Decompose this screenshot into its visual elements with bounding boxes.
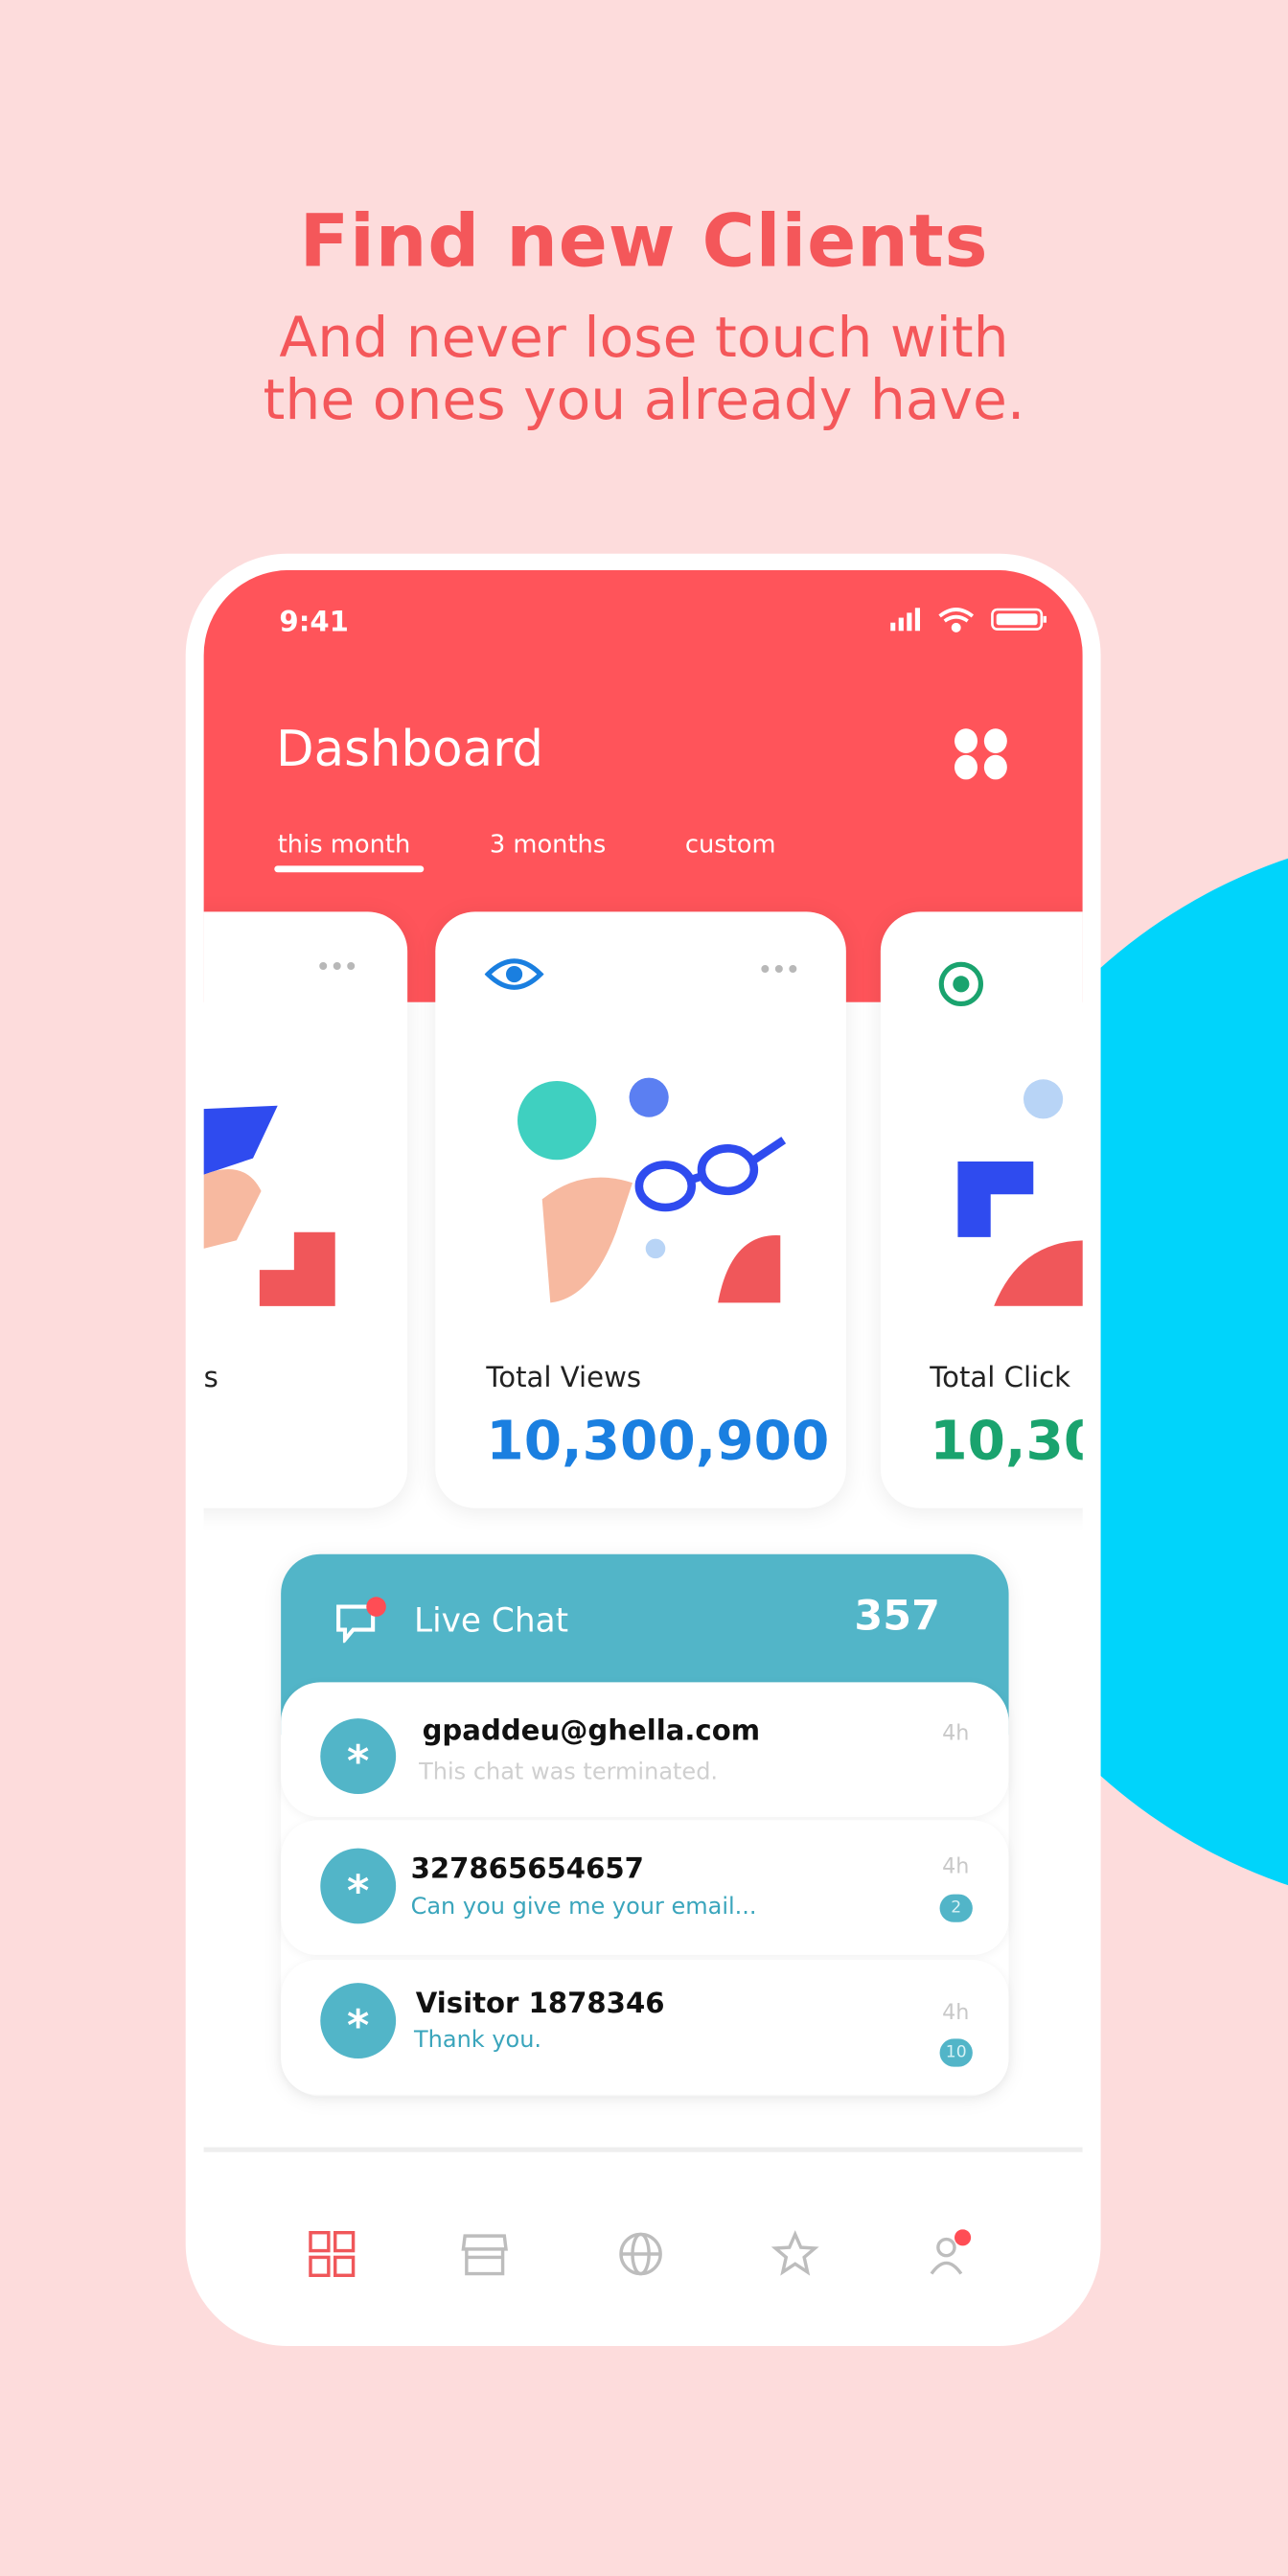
- card-label: Total Views: [486, 1362, 642, 1395]
- chat-time: 4h: [942, 1721, 970, 1747]
- card-value: 10,30: [930, 1408, 1082, 1472]
- chat-time: 4h: [942, 2001, 970, 2026]
- notification-dot: [366, 1597, 386, 1617]
- star-icon[interactable]: [770, 2229, 819, 2278]
- avatar: *: [320, 1983, 397, 2058]
- tab-this-month[interactable]: this month: [278, 830, 411, 860]
- target-icon: [938, 961, 984, 1007]
- store-icon[interactable]: [460, 2229, 509, 2278]
- card-value: 10,300,900: [486, 1408, 830, 1472]
- active-tab-underline: [274, 865, 425, 873]
- chat-row[interactable]: * Visitor 1878346 Thank you. 4h 10: [281, 1960, 1009, 2095]
- stat-card-left[interactable]: ••• s: [203, 911, 408, 1508]
- grid-dots-icon[interactable]: [953, 727, 1008, 780]
- chat-name: 327865654657: [410, 1852, 644, 1886]
- more-icon[interactable]: •••: [757, 954, 800, 986]
- more-icon[interactable]: •••: [315, 952, 358, 983]
- glasses-illustration: [518, 1077, 787, 1303]
- chat-name: Visitor 1878346: [415, 1988, 665, 2021]
- chat-name: gpaddeu@ghella.com: [422, 1714, 761, 1748]
- phone-frame: 9:41 Dashboard this month 3 months custo…: [185, 553, 1101, 2346]
- phone-screen: 9:41 Dashboard this month 3 months custo…: [203, 569, 1083, 2330]
- chat-time: 4h: [942, 1854, 970, 1880]
- chat-row[interactable]: * 327865654657 Can you give me your emai…: [281, 1820, 1009, 1955]
- eye-icon: [484, 958, 544, 990]
- card-illustration: [957, 1079, 1083, 1306]
- app-promo-screen: Find new Clients And never lose touch wi…: [0, 0, 1288, 2576]
- status-icons: [890, 608, 1046, 632]
- unread-badge: 2: [939, 1894, 973, 1922]
- chat-bubble-icon: [336, 1597, 386, 1644]
- bottom-nav-divider: [203, 2147, 1083, 2152]
- live-chat-widget: Live Chat 357 * gpaddeu@ghella.com This …: [281, 1553, 1009, 2097]
- avatar: *: [320, 1848, 397, 1924]
- hero-subtitle-line1: And never lose touch with: [279, 305, 1009, 372]
- signal-icon: [890, 608, 920, 632]
- unread-badge: 10: [939, 2038, 973, 2067]
- tab-custom[interactable]: custom: [685, 830, 776, 860]
- stat-card-total-clicks[interactable]: Total Click 10,30: [880, 911, 1083, 1508]
- avatar: *: [320, 1718, 397, 1794]
- globe-icon[interactable]: [616, 2229, 665, 2278]
- hero-subtitle-line2: the ones you already have.: [263, 368, 1025, 434]
- card-label: s: [203, 1362, 218, 1395]
- dashboard-grid-icon[interactable]: [308, 2229, 356, 2278]
- chat-message: This chat was terminated.: [419, 1760, 719, 1786]
- card-label: Total Click: [930, 1362, 1071, 1395]
- hero-title: Find new Clients: [299, 200, 989, 285]
- live-chat-title: Live Chat: [414, 1599, 569, 1640]
- live-chat-count: 357: [854, 1592, 940, 1640]
- users-icon[interactable]: [927, 2229, 976, 2278]
- wifi-icon: [938, 608, 975, 632]
- card-illustration: [203, 1105, 335, 1306]
- page-title: Dashboard: [276, 721, 544, 779]
- stat-card-total-views[interactable]: ••• Total Views 10,300,900: [435, 911, 846, 1508]
- chat-message: Thank you.: [414, 2027, 542, 2054]
- chat-message: Can you give me your email...: [410, 1894, 757, 1920]
- status-time: 9:41: [279, 606, 349, 639]
- tab-3-months[interactable]: 3 months: [490, 830, 606, 860]
- chat-row[interactable]: * gpaddeu@ghella.com This chat was termi…: [281, 1682, 1009, 1817]
- battery-icon: [991, 608, 1046, 631]
- notification-dot: [954, 2229, 972, 2246]
